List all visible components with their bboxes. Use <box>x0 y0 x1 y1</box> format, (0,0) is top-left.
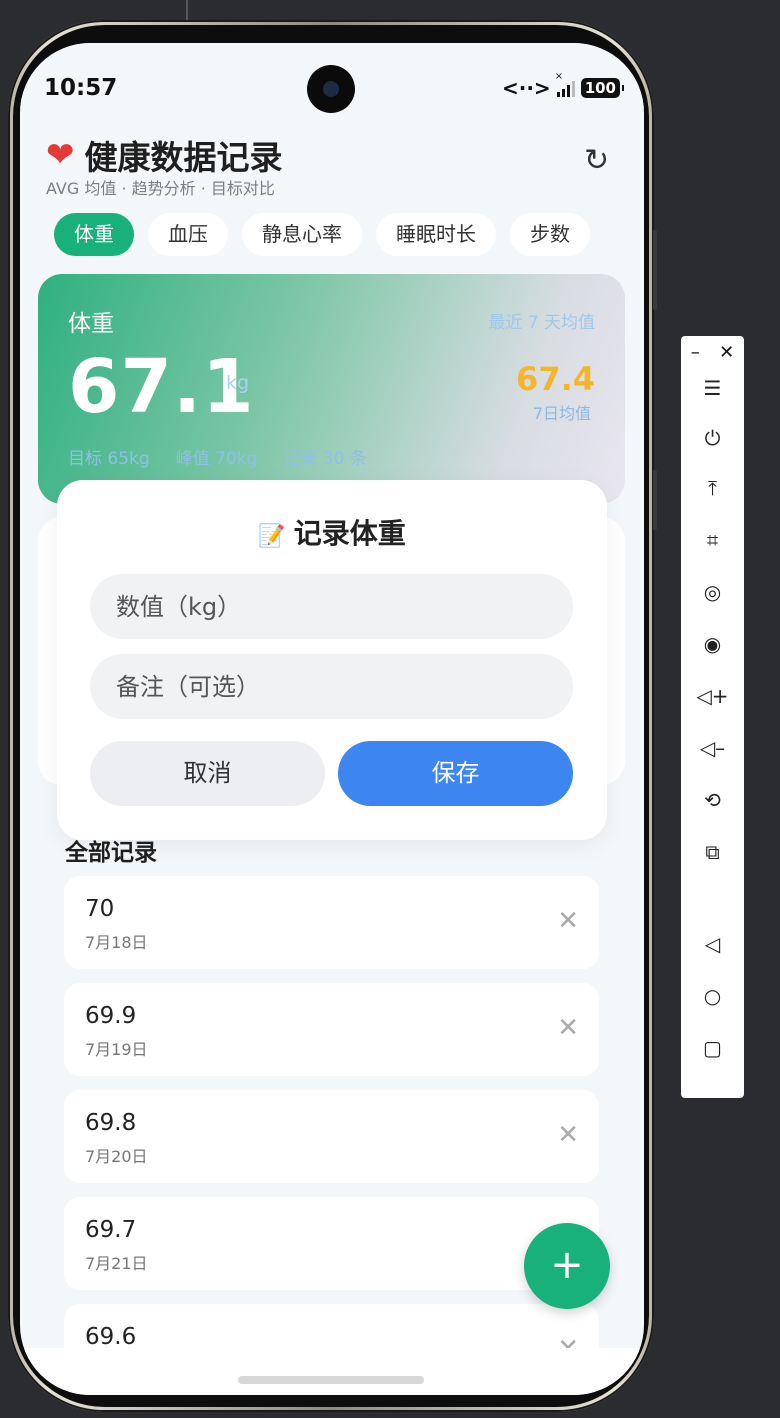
record-date: 7月18日 <box>85 933 148 952</box>
rotate-device-icon[interactable]: ⟲ <box>681 788 744 812</box>
toolbar-window-controls: – ✕ <box>681 336 744 368</box>
status-icons: <··> × 100 <box>501 71 625 100</box>
rotate-icon[interactable]: ◎ <box>681 580 744 604</box>
crop-icon[interactable]: ⌗ <box>681 528 744 552</box>
list-item[interactable]: 70 7月18日 ✕ <box>64 876 599 969</box>
dialog-title: 📝 记录体重 <box>57 512 607 552</box>
tab-blood-pressure[interactable]: 血压 <box>148 213 228 256</box>
minimize-icon[interactable]: – <box>691 342 700 363</box>
tab-weight[interactable]: 体重 <box>54 213 134 256</box>
page-header: ❤ 健康数据记录 <box>46 131 283 179</box>
summary-peak: 峰值 70kg <box>175 449 258 469</box>
volume-down-icon[interactable]: ◁– <box>681 736 744 760</box>
tab-steps[interactable]: 步数 <box>510 213 590 256</box>
tab-resting-heart-rate[interactable]: 静息心率 <box>242 213 362 256</box>
summary-recent-label: 最近 7 天均值 <box>488 313 595 333</box>
record-icon[interactable]: ◉ <box>681 632 744 656</box>
record-value: 69.6 <box>85 1324 137 1350</box>
note-input[interactable] <box>90 654 573 719</box>
power-button <box>653 470 657 530</box>
status-time: 10:57 <box>44 75 118 101</box>
record-value: 69.7 <box>85 1217 137 1243</box>
summary-target: 目标 65kg <box>68 449 150 469</box>
summary-count: 记录 30 条 <box>283 449 367 469</box>
record-weight-dialog: 📝 记录体重 取消 保存 <box>57 480 607 840</box>
delete-icon[interactable]: ✕ <box>557 906 579 936</box>
weight-value-input[interactable] <box>90 574 573 639</box>
record-value: 69.8 <box>85 1110 137 1136</box>
summary-avg-value: 67.4 <box>516 360 595 398</box>
pin-top-icon[interactable]: ⤒ <box>681 476 744 500</box>
volume-button <box>653 230 657 310</box>
bottom-nav-area <box>20 1348 644 1395</box>
tab-sleep-duration[interactable]: 睡眠时长 <box>376 213 496 256</box>
signal-x-icon: × <box>554 71 564 82</box>
back-icon[interactable]: ◁ <box>681 932 744 956</box>
delete-icon[interactable]: ✕ <box>557 1013 579 1043</box>
power-icon[interactable]: ⏻ <box>681 426 744 450</box>
record-date: 7月21日 <box>85 1254 148 1273</box>
cancel-button[interactable]: 取消 <box>90 741 325 806</box>
close-icon[interactable]: ✕ <box>719 342 734 363</box>
metric-tabs: 体重 血压 静息心率 睡眠时长 步数 <box>54 213 590 256</box>
delete-icon[interactable]: ✕ <box>557 1120 579 1150</box>
list-item[interactable]: 69.7 7月21日 <box>64 1197 599 1290</box>
record-date: 7月19日 <box>85 1040 148 1059</box>
save-button[interactable]: 保存 <box>338 741 573 806</box>
menu-icon[interactable]: ☰ <box>681 376 744 400</box>
summary-label: 体重 <box>68 311 114 337</box>
usb-cable <box>186 0 188 22</box>
home-icon[interactable]: ○ <box>681 984 744 1008</box>
screenshot-icon[interactable]: ⧉ <box>681 840 744 864</box>
phone-screen: 10:57 <··> × 100 ❤ 健康数据记录 AVG 均值 · 趋势分析 … <box>20 43 644 1395</box>
battery-icon: 100 <box>580 78 625 98</box>
list-item[interactable]: 69.8 7月20日 ✕ <box>64 1090 599 1183</box>
list-item[interactable]: 69.9 7月19日 ✕ <box>64 983 599 1076</box>
emulator-toolbar: – ✕ ☰ ⏻ ⤒ ⌗ ◎ ◉ ◁+ ◁– ⟲ ⧉ ◁ ○ ▢ <box>681 336 744 1098</box>
memo-icon: 📝 <box>258 524 286 549</box>
summary-meta: 目标 65kg 峰值 70kg 记录 30 条 <box>68 444 367 469</box>
page-subtitle: AVG 均值 · 趋势分析 · 目标对比 <box>46 179 275 198</box>
front-camera <box>307 65 355 113</box>
summary-avg-label: 7日均值 <box>532 404 591 423</box>
records-list: 70 7月18日 ✕ 69.9 7月19日 ✕ 69.8 7月20日 ✕ 69.… <box>64 876 599 1395</box>
refresh-icon[interactable]: ↻ <box>584 143 609 178</box>
signal-icon: × <box>555 71 575 97</box>
summary-card: 体重 最近 7 天均值 67.1 kg 67.4 7日均值 目标 65kg 峰值… <box>38 274 625 504</box>
home-indicator[interactable] <box>238 1376 424 1384</box>
page-title: 健康数据记录 <box>84 138 283 177</box>
volume-up-icon[interactable]: ◁+ <box>681 684 744 708</box>
add-record-button[interactable]: + <box>524 1223 610 1309</box>
network-icon: <··> <box>501 76 551 100</box>
record-date: 7月20日 <box>85 1147 148 1166</box>
record-value: 69.9 <box>85 1003 137 1029</box>
summary-unit: kg <box>226 372 250 394</box>
dialog-title-text: 记录体重 <box>293 517 406 550</box>
record-value: 70 <box>85 896 115 922</box>
heart-icon: ❤ <box>46 135 75 175</box>
recents-icon[interactable]: ▢ <box>681 1036 744 1060</box>
status-bar: 10:57 <··> × 100 <box>20 43 644 113</box>
